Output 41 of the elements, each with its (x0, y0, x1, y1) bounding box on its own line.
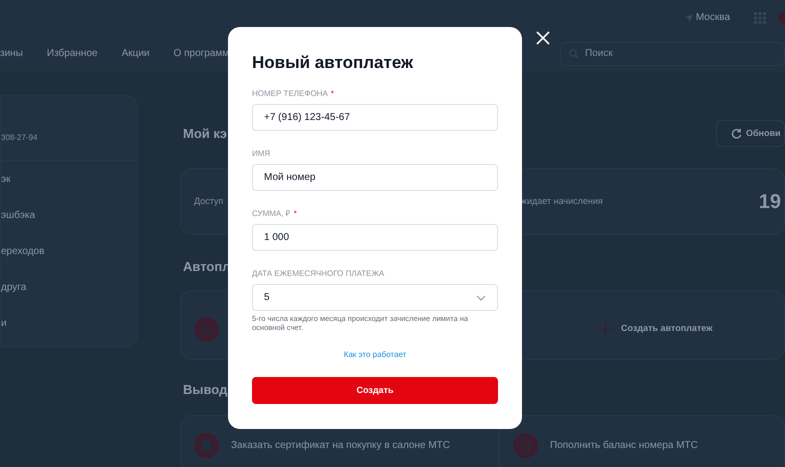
input-field[interactable]: +7 (916) 123-45-67 (252, 104, 498, 131)
apps-grid-icon[interactable] (754, 12, 766, 24)
create-autopay-button[interactable]: Создать автоплатеж (599, 322, 713, 336)
refresh-icon (731, 128, 742, 139)
input-field[interactable]: 1 000 (252, 224, 498, 251)
field-label: СУММА, ₽ * (252, 208, 298, 219)
field-label: ДАТА ЕЖЕМЕСЯЧНОГО ПЛАТЕЖА (252, 268, 386, 279)
field-label: НОМЕР ТЕЛЕФОНА * (252, 88, 335, 99)
create-button[interactable]: Создать (252, 377, 498, 404)
search-field[interactable]: Поиск (560, 42, 785, 66)
chevron-down-icon (476, 294, 486, 300)
available-label: Доступ (194, 194, 224, 208)
autopay-icon (194, 316, 219, 342)
search-icon (569, 48, 579, 58)
sidebar-item[interactable]: и (1, 305, 7, 341)
section-title: Мой кэ (183, 124, 227, 143)
sidebar-item[interactable]: друга (1, 269, 26, 305)
how-it-works-link[interactable]: Как это работает (344, 350, 406, 360)
location-arrow-icon (684, 14, 693, 22)
sidebar-item[interactable]: эк (1, 161, 10, 197)
city-link[interactable]: Москва (696, 10, 730, 25)
cashback-value: 19 (758, 190, 781, 214)
field-label: ИМЯ (252, 148, 272, 159)
modal-title: Новый автоплатеж (252, 53, 414, 73)
smartphone-icon (513, 432, 538, 458)
nav-link[interactable]: Избранное (46, 46, 98, 61)
refresh-button[interactable]: Обнови (716, 120, 785, 147)
pending-label: жидает начисления (521, 194, 603, 208)
plus-icon (599, 322, 612, 336)
withdraw-option[interactable]: Пополнить баланс номера МТС (499, 415, 785, 467)
nav-link[interactable]: О программ (174, 46, 230, 61)
date-select[interactable]: 5 (252, 284, 498, 311)
sidebar-item[interactable]: ереходов (1, 233, 44, 269)
phone-number: 308-27-94 (1, 132, 38, 144)
sidebar-item[interactable]: эшбэка (1, 197, 35, 233)
document-icon (194, 432, 219, 458)
input-field[interactable]: Мой номер (252, 164, 498, 191)
section-title: Вывод (183, 381, 228, 398)
nav-link[interactable]: Акции (122, 46, 150, 61)
close-icon[interactable] (536, 31, 550, 45)
nav-link[interactable]: зины (0, 46, 23, 61)
